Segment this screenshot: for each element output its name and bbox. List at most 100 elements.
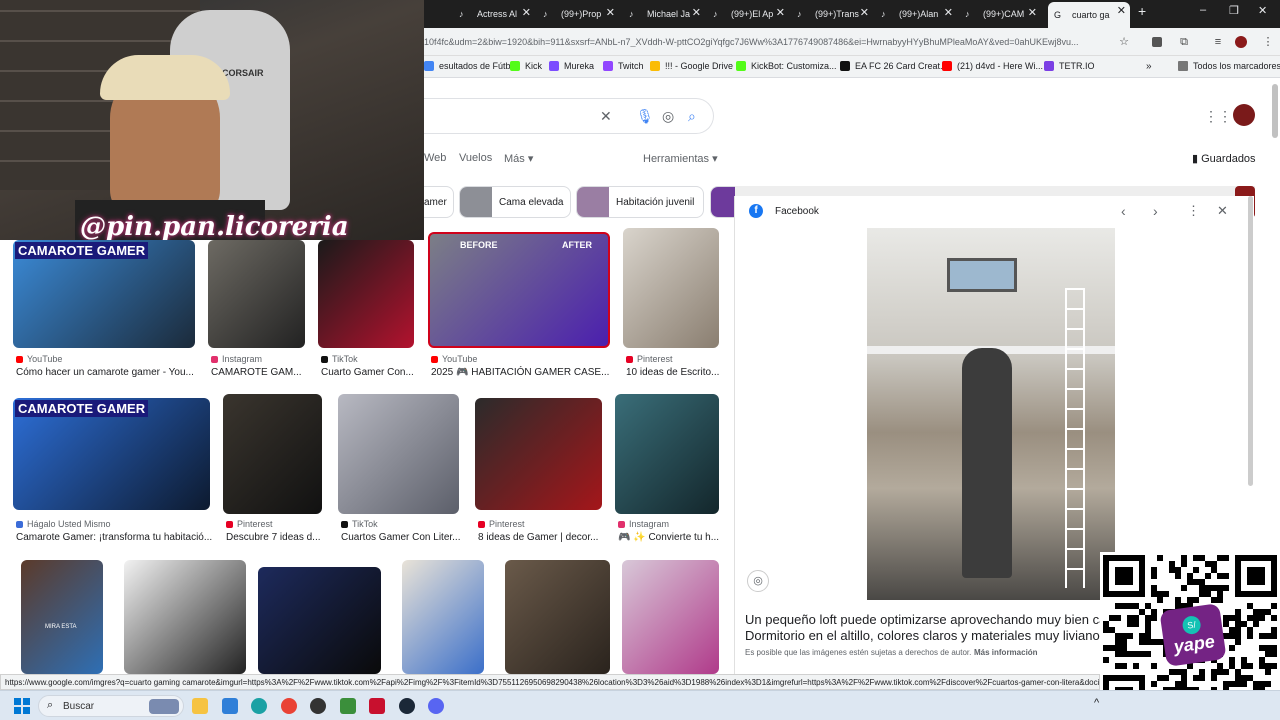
close-panel-icon[interactable]: ✕ [1217,203,1228,219]
result-thumbnail[interactable]: CAMAROTE GAMER [13,240,195,348]
result-thumbnail[interactable] [223,394,322,514]
more-icon[interactable]: ⋮ [1187,203,1200,219]
extension-icon[interactable] [1152,37,1162,47]
url-text[interactable]: 10f4fc&udm=2&biw=1920&bih=911&sxsrf=ANbL… [424,37,1114,47]
tab-0[interactable]: ♪ Actress Al ✕ [453,4,535,24]
result-thumbnail[interactable] [258,567,381,674]
result-title[interactable]: 2025 🎮 HABITACIÓN GAMER CASE... [431,367,609,378]
bookmark-0[interactable]: esultados de Fútb... [424,61,518,71]
result-title[interactable]: 10 ideas de Escrito... [626,367,719,378]
bookmark-1[interactable]: Kick [510,61,542,71]
windows-start-icon[interactable] [14,698,30,714]
tab-1[interactable]: ♪ (99+)Prop ✕ [537,4,619,24]
result-thumbnail[interactable] [623,228,719,348]
result-title[interactable]: Descubre 7 ideas d... [226,532,321,543]
result-title[interactable]: Camarote Gamer: ¡transforma tu habitació… [16,532,212,543]
close-tab-icon[interactable]: ✕ [606,6,615,19]
chip-1[interactable]: Cama elevada [459,186,571,218]
close-tab-icon[interactable]: ✕ [860,6,869,19]
result-thumbnail[interactable] [475,398,602,510]
maximize-icon[interactable]: ❐ [1229,4,1239,17]
result-title[interactable]: Cuartos Gamer Con Liter... [341,532,461,543]
bookmarks-overflow-icon[interactable]: » [1146,61,1152,72]
puzzle-icon[interactable]: ⧉ [1178,36,1190,48]
result-thumbnail[interactable] [338,394,459,514]
chip-2[interactable]: Habitación juvenil [576,186,704,218]
close-tab-icon[interactable]: ✕ [1028,6,1037,19]
new-tab-button[interactable]: + [1138,3,1146,19]
more-info-link[interactable]: Más información [974,648,1038,657]
app-red-icon[interactable] [369,698,385,714]
search-input[interactable]: ✕ 🎙 ◎ ⌕ [424,98,714,134]
edge-icon[interactable] [251,698,267,714]
tab-videos[interactable]: Vuelos [459,152,492,164]
result-thumbnail[interactable] [208,240,305,348]
result-thumbnail[interactable] [402,560,484,674]
steam-icon[interactable] [398,698,415,714]
taskbar-search[interactable]: ⌕ Buscar [38,695,184,717]
lens-search-icon[interactable]: ◎ [747,570,769,592]
close-tab-icon[interactable]: ✕ [944,6,953,19]
discord-icon[interactable] [428,698,444,714]
tab-more[interactable]: Más ▾ [504,152,533,165]
obs-icon[interactable] [310,698,326,714]
bookmark-8[interactable]: TETR.IO [1044,61,1095,71]
lens-icon[interactable]: ◎ [662,108,674,125]
tray-chevron-icon[interactable]: ^ [1094,697,1099,709]
chip-0[interactable]: amer [424,186,454,218]
result-thumbnail[interactable] [505,560,610,674]
search-icon[interactable]: ⌕ [688,108,696,125]
chrome-icon[interactable] [280,698,297,714]
profile-avatar[interactable] [1235,36,1247,48]
bookmark-2[interactable]: Mureka [549,61,594,71]
prev-icon[interactable]: ‹ [1121,203,1126,219]
bookmark-5[interactable]: KickBot: Customiza... [736,61,837,71]
close-window-icon[interactable]: ✕ [1258,4,1267,17]
panel-source[interactable]: Facebook [775,206,819,217]
tab-7[interactable]: Gcuarto ga ✕ [1048,2,1130,28]
notepad-icon[interactable] [339,698,356,714]
next-icon[interactable]: › [1153,203,1158,219]
result-thumbnail[interactable]: MIRA ESTA [21,560,103,674]
result-title[interactable]: Cuarto Gamer Con... [321,367,414,378]
result-title[interactable]: 8 ideas de Gamer | decor... [478,532,598,543]
result-thumbnail[interactable] [318,240,414,348]
result-thumbnail[interactable] [615,394,719,514]
mic-icon[interactable]: 🎙 [636,108,654,125]
tools-button[interactable]: Herramientas ▾ [643,152,718,165]
store-icon[interactable] [221,698,238,714]
bookmark-7[interactable]: (21) d4vd - Here Wi... [942,61,1043,71]
result-thumbnail[interactable]: CAMAROTE GAMER [13,398,210,510]
tab-4[interactable]: ♪ (99+)Trans ✕ [791,4,873,24]
page-scrollbar[interactable] [1272,84,1278,138]
result-thumbnail[interactable] [622,560,719,674]
saved-button[interactable]: ▮ Guardados [1192,152,1256,165]
tab-web[interactable]: Web [424,152,446,164]
star-icon[interactable]: ☆ [1118,36,1130,48]
clear-icon[interactable]: ✕ [600,108,612,125]
result-title[interactable]: Cómo hacer un camarote gamer - You... [16,367,194,378]
preview-image[interactable] [867,228,1115,600]
all-bookmarks[interactable]: Todos los marcadores [1178,61,1280,71]
bookmark-3[interactable]: Twitch [603,61,644,71]
tab-2[interactable]: ♪ Michael Ja ✕ [623,4,705,24]
close-tab-icon[interactable]: ✕ [776,6,785,19]
result-thumbnail[interactable] [124,560,246,674]
result-title[interactable]: 🎮 ✨ Convierte tu h... [618,532,719,543]
tab-6[interactable]: ♪ (99+)CAM ✕ [959,4,1041,24]
account-avatar[interactable] [1233,104,1255,126]
tab-3[interactable]: ♪ (99+)El Ap ✕ [707,4,789,24]
result-thumbnail[interactable]: BEFORE AFTER [428,232,610,348]
bookmark-4[interactable]: !!! - Google Drive [650,61,733,71]
close-tab-icon[interactable]: ✕ [522,6,531,19]
minimize-icon[interactable]: – [1200,4,1206,16]
result-title[interactable]: CAMAROTE GAM... [211,367,302,378]
menu-icon[interactable]: ⋮ [1262,36,1274,48]
tab-5[interactable]: ♪ (99+)Alan ✕ [875,4,957,24]
file-explorer-icon[interactable] [192,698,208,714]
reading-list-icon[interactable]: ≡ [1212,36,1224,48]
bookmark-6[interactable]: EA FC 26 Card Creat... [840,61,948,71]
close-tab-icon[interactable]: ✕ [692,6,701,19]
panel-scrollbar[interactable] [1248,196,1253,486]
close-tab-icon[interactable]: ✕ [1117,4,1126,17]
